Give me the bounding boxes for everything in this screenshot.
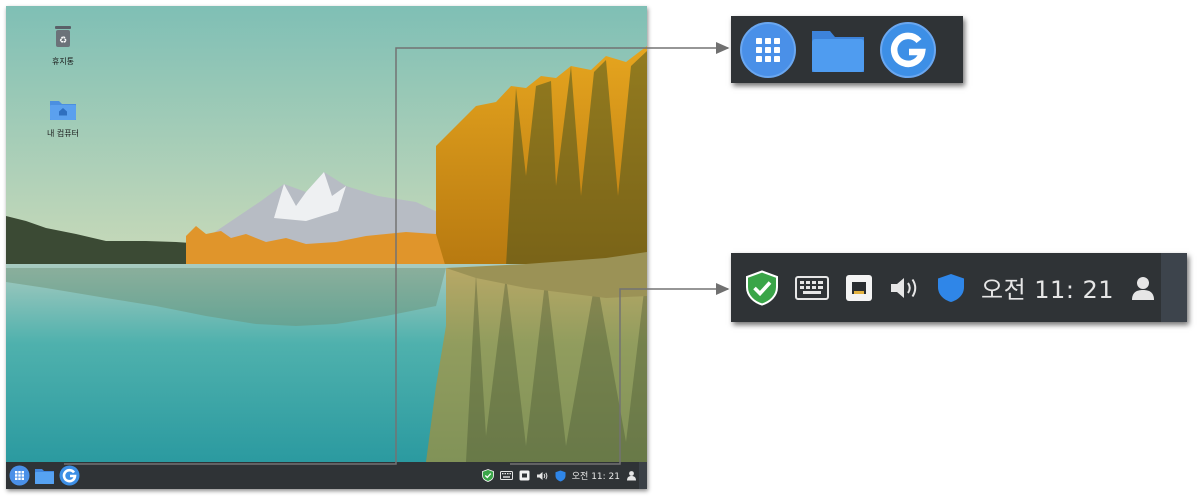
user-icon xyxy=(627,471,636,481)
shield-check-icon xyxy=(481,469,494,482)
zoom-network-indicator[interactable] xyxy=(845,274,873,302)
svg-text:♻: ♻ xyxy=(59,36,67,46)
desktop-icon-home[interactable]: 내 컴퓨터 xyxy=(35,96,91,139)
volume-icon xyxy=(536,471,548,480)
security-shield-icon xyxy=(938,273,964,302)
zoom-keyboard-indicator[interactable] xyxy=(795,275,829,300)
folder-icon xyxy=(35,469,54,484)
browser-g-icon xyxy=(880,22,936,78)
zoom-show-desktop-button[interactable] xyxy=(1161,253,1187,322)
zoom-taskbar-apps xyxy=(731,16,963,83)
zoom-security-status[interactable] xyxy=(745,269,779,306)
app-menu-button[interactable] xyxy=(9,465,30,486)
home-folder-icon xyxy=(50,101,76,120)
network-indicator[interactable] xyxy=(519,470,530,481)
zoom-browser-button[interactable] xyxy=(879,21,937,79)
zoom-user-menu[interactable] xyxy=(1130,275,1156,301)
trash-icon: ♻ xyxy=(55,26,71,47)
zoom-clock[interactable]: 오전 11: 21 xyxy=(981,270,1114,305)
trash-label: 휴지통 xyxy=(51,57,75,66)
clock[interactable]: 오전 11: 21 xyxy=(572,469,620,482)
zoom-security-agent[interactable] xyxy=(937,273,965,303)
volume-indicator[interactable] xyxy=(536,471,549,481)
network-icon xyxy=(846,274,872,301)
keyboard-indicator[interactable] xyxy=(499,471,513,480)
taskbar: 오전 11: 21 xyxy=(6,462,647,489)
user-menu[interactable] xyxy=(626,470,637,481)
security-agent[interactable] xyxy=(555,470,566,482)
zoom-file-manager-button[interactable] xyxy=(809,21,867,79)
taskbar-apps xyxy=(9,465,80,486)
shield-check-icon xyxy=(746,269,778,306)
volume-icon xyxy=(891,277,917,298)
folder-icon xyxy=(812,31,864,72)
user-icon xyxy=(1132,276,1155,300)
app-menu-icon xyxy=(9,465,30,486)
browser-g-icon xyxy=(59,465,80,486)
browser-button[interactable] xyxy=(59,465,80,486)
wallpaper-landscape xyxy=(6,6,647,462)
network-icon xyxy=(519,470,530,481)
desktop-screenshot: ♻ 휴지통 내 컴퓨터 오전 11: 21 xyxy=(6,6,647,489)
home-label: 내 컴퓨터 xyxy=(47,129,79,138)
zoom-app-menu-button[interactable] xyxy=(739,21,797,79)
zoom-system-tray: 오전 11: 21 xyxy=(731,253,1187,322)
zoom-volume-indicator[interactable] xyxy=(889,275,921,301)
system-tray: 오전 11: 21 xyxy=(481,462,637,489)
security-shield-icon xyxy=(555,470,566,481)
show-desktop-button[interactable] xyxy=(639,462,647,489)
app-menu-icon xyxy=(740,22,796,78)
security-status[interactable] xyxy=(481,469,494,482)
keyboard-icon xyxy=(499,471,513,480)
file-manager-button[interactable] xyxy=(34,465,55,486)
desktop-icon-trash[interactable]: ♻ 휴지통 xyxy=(35,22,91,67)
wallpaper xyxy=(6,6,647,462)
keyboard-icon xyxy=(795,275,829,300)
